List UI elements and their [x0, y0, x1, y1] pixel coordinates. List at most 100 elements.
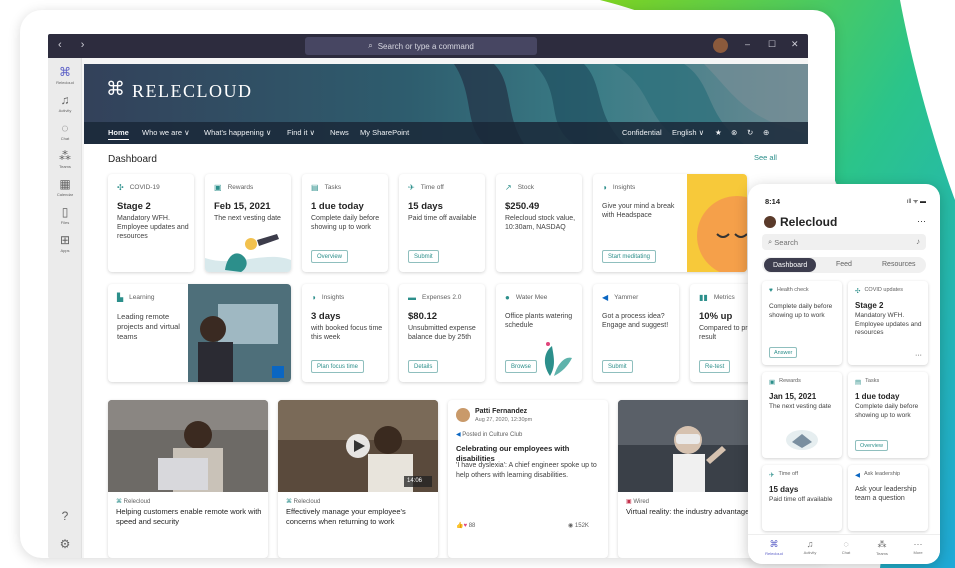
card-stock[interactable]: ↗ Stock $250.49 Relecloud stock value, 10…	[496, 174, 582, 272]
maximize-button[interactable]: ☐	[768, 39, 776, 50]
language-select[interactable]: English ∨	[672, 128, 704, 137]
views: ◉ 152K	[568, 523, 589, 529]
microphone-icon[interactable]: ♪	[916, 237, 920, 246]
heart-icon: ♥	[463, 523, 468, 529]
virus-icon: ✣	[855, 288, 861, 295]
rail-item-calendar[interactable]: ▦ Calendar	[48, 178, 82, 198]
status-time: 8:14	[765, 197, 781, 206]
megaphone-icon: ◀	[602, 293, 609, 302]
start-meditating-button[interactable]: Start meditating	[602, 250, 657, 263]
rail-item-activity[interactable]: ♫ Activity	[48, 94, 82, 114]
rail-item-chat[interactable]: ◌ Chat	[48, 122, 82, 142]
card-water-mee[interactable]: ● Water Mee Office plants watering schedu…	[496, 284, 582, 382]
tab-dashboard[interactable]: Dashboard	[764, 258, 817, 272]
play-icon[interactable]	[348, 436, 368, 456]
gift-icon: ▣	[214, 183, 222, 192]
favorite-icon[interactable]: ★	[715, 128, 722, 137]
globe-icon[interactable]: ⊕	[763, 128, 769, 137]
mobile-card-time-off[interactable]: ✈ Time off 15 days Paid time off availabl…	[762, 465, 842, 531]
sharepoint-content: ⌘ RELECLOUD Home Who we are ∨ What's hap…	[84, 64, 808, 558]
help-button[interactable]: ?	[48, 510, 82, 523]
card-rewards[interactable]: ▣ Rewards Feb 15, 2021 The next vesting d…	[205, 174, 291, 272]
mobile-tab-chat[interactable]: ◌ Chat	[834, 539, 858, 555]
nav-who-we-are[interactable]: Who we are ∨	[142, 128, 190, 137]
site-nav: Home Who we are ∨ What's happening ∨ Fin…	[84, 122, 808, 144]
headspace-illustration	[687, 174, 747, 272]
mobile-card-ask-leadership[interactable]: ◀ Ask leadership Ask your leadership team…	[848, 465, 928, 531]
avatar[interactable]	[764, 216, 776, 228]
relecloud-logo-icon: ⌘	[106, 79, 125, 100]
book-icon: ▙	[117, 293, 124, 302]
mobile-tab-activity[interactable]: ♫ Activity	[798, 539, 822, 555]
minimize-button[interactable]: –	[745, 39, 750, 49]
tab-resources[interactable]: Resources	[882, 261, 915, 268]
mobile-title: Relecloud	[764, 215, 837, 229]
close-button[interactable]: ✕	[791, 39, 799, 50]
teams-icon: ⁂	[59, 149, 71, 163]
user-avatar[interactable]	[713, 38, 728, 53]
submit-time-off-button[interactable]: Submit	[408, 250, 439, 263]
mobile-card-health-check[interactable]: ♥ Health check Complete daily before show…	[762, 281, 842, 365]
mobile-tab-relecloud[interactable]: ⌘ Relecloud	[762, 539, 786, 556]
browse-button[interactable]: Browse	[505, 360, 538, 373]
re-test-button[interactable]: Re-test	[699, 360, 731, 373]
history-nav[interactable]: ‹ ›	[58, 39, 92, 51]
overview-button[interactable]: Overview	[311, 250, 349, 263]
nav-find-it[interactable]: Find it ∨	[287, 128, 315, 137]
card-expenses[interactable]: ▬ Expenses 2.0 $80.12 Unsubmitted expense…	[399, 284, 485, 382]
files-icon: ▯	[61, 205, 69, 219]
airplane-icon: ✈	[769, 472, 775, 479]
plan-focus-time-button[interactable]: Plan focus time	[311, 360, 365, 373]
command-search[interactable]: ⌕ Search or type a command	[305, 37, 537, 55]
mobile-card-tasks[interactable]: ▤ Tasks 1 due today Complete daily before…	[848, 372, 928, 458]
rail-item-apps[interactable]: ⊞ Apps	[48, 234, 82, 254]
sensitivity-label[interactable]: Confidential	[622, 128, 662, 137]
card-learning[interactable]: ▙ Learning Leading remote projects and vi…	[108, 284, 291, 382]
mobile-tab-teams[interactable]: ⁂ Teams	[870, 539, 894, 556]
rail-item-relecloud[interactable]: ⌘ Relecloud	[48, 65, 82, 86]
mobile-tabs: Dashboard Feed Resources	[762, 257, 926, 273]
tab-feed[interactable]: Feed	[836, 261, 852, 268]
relecloud-logo-icon: ⌘	[116, 499, 122, 505]
news-card-remote-work[interactable]: ⌘ Relecloud Helping customers enable rem…	[108, 400, 268, 558]
rail-item-teams[interactable]: ⁂ Teams	[48, 149, 82, 170]
card-tasks[interactable]: ▤ Tasks 1 due today Complete daily before…	[302, 174, 388, 272]
teams-window: ‹ › ⌕ Search or type a command – ☐ ✕ ⌘ R…	[20, 10, 835, 558]
card-insights-focus[interactable]: ◑ Insights 3 days with booked focus time …	[302, 284, 388, 382]
card-insights-headspace[interactable]: ◑ Insights Give your mind a break with He…	[593, 174, 747, 272]
refresh-icon[interactable]: ↻	[747, 128, 753, 137]
answer-button[interactable]: Answer	[769, 347, 798, 358]
nav-news[interactable]: News	[330, 128, 349, 137]
share-icon[interactable]: ⊗	[731, 128, 737, 137]
mobile-search[interactable]: ⌕ Search ♪	[762, 234, 926, 250]
author-avatar	[456, 408, 470, 422]
more-icon[interactable]: ···	[915, 352, 922, 359]
author-name[interactable]: Patti Fernandez	[475, 408, 527, 415]
card-covid[interactable]: ✣ COVID-19 Stage 2 Mandatory WFH. Employe…	[108, 174, 194, 272]
mobile-tab-more[interactable]: ··· More	[906, 539, 930, 555]
nav-home[interactable]: Home	[108, 128, 129, 140]
rail-item-files[interactable]: ▯ Files	[48, 205, 82, 226]
search-icon: ⌕	[768, 237, 773, 246]
clipboard-icon: ▤	[311, 183, 319, 192]
news-card-post[interactable]: Patti Fernandez Aug 27, 2020, 12:30pm ◀ …	[448, 400, 608, 558]
details-button[interactable]: Details	[408, 360, 439, 373]
relecloud-logo-icon: ⌘	[59, 65, 71, 79]
nav-my-sharepoint[interactable]: My SharePoint	[360, 128, 409, 137]
gift-icon: ▣	[769, 379, 776, 386]
news-card-returning-to-work[interactable]: 14:06 ⌘ Relecloud Effectively manage you…	[278, 400, 438, 558]
reactions[interactable]: 👍♥ 88	[456, 522, 475, 529]
nav-whats-happening[interactable]: What's happening ∨	[204, 128, 271, 137]
dashboard-title: Dashboard	[108, 154, 157, 165]
submit-idea-button[interactable]: Submit	[602, 360, 633, 373]
more-icon[interactable]: ···	[917, 216, 926, 226]
card-yammer[interactable]: ◀ Yammer Got a process idea? Engage and s…	[593, 284, 679, 382]
mobile-card-covid[interactable]: ✣ COVID updates Stage 2 Mandatory WFH. Em…	[848, 281, 928, 365]
heart-icon: ♥	[769, 287, 773, 294]
overview-button[interactable]: Overview	[855, 440, 888, 451]
settings-button[interactable]: ⚙	[48, 538, 82, 551]
mobile-card-rewards[interactable]: ▣ Rewards Jan 15, 2021 The next vesting d…	[762, 372, 842, 458]
insights-icon: ◑	[602, 183, 607, 192]
card-time-off[interactable]: ✈ Time off 15 days Paid time off availabl…	[399, 174, 485, 272]
see-all-link[interactable]: See all	[754, 153, 777, 162]
